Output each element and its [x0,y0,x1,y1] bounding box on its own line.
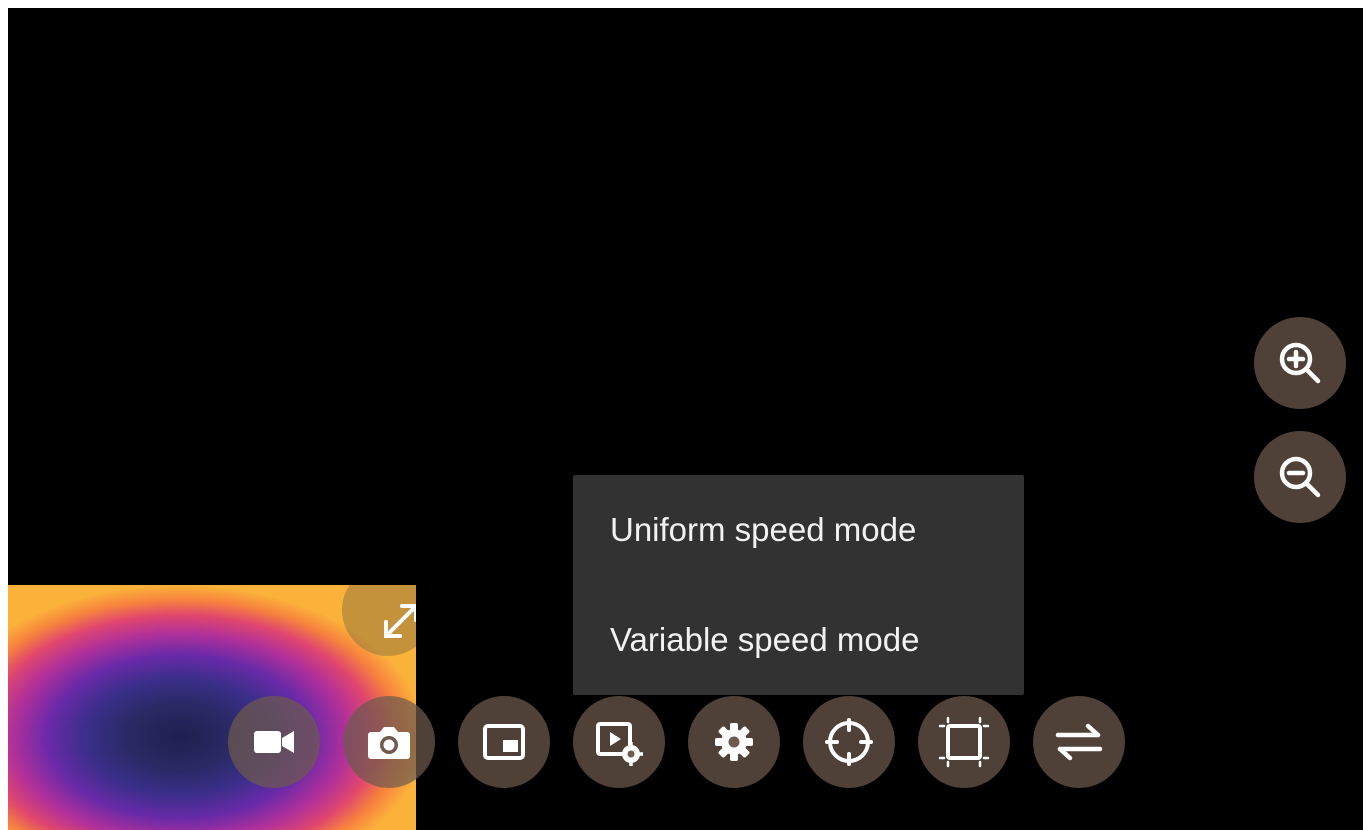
record-video-button[interactable] [228,696,320,788]
menu-item-uniform-speed[interactable]: Uniform speed mode [573,475,1024,585]
picture-in-picture-button[interactable] [458,696,550,788]
zoom-out-icon [1279,456,1321,498]
target-button[interactable] [803,696,895,788]
crop-frame-icon [938,716,990,768]
zoom-in-icon [1279,342,1321,384]
crosshair-icon [825,718,873,766]
playback-mode-button[interactable] [573,696,665,788]
menu-item-variable-speed[interactable]: Variable speed mode [573,585,1024,695]
expand-icon [384,604,416,638]
video-camera-icon [254,731,294,753]
zoom-in-button[interactable] [1254,317,1346,409]
speed-mode-menu: Uniform speed mode Variable speed mode [573,475,1024,695]
take-photo-button[interactable] [343,696,435,788]
picture-in-picture-icon [483,724,525,760]
swap-button[interactable] [1033,696,1125,788]
zoom-out-button[interactable] [1254,431,1346,523]
expand-preview-button[interactable] [342,585,416,656]
settings-button[interactable] [688,696,780,788]
gear-icon [715,723,753,761]
swap-arrows-icon [1055,723,1103,761]
camera-viewport: Uniform speed mode Variable speed mode [8,8,1363,830]
region-select-button[interactable] [918,696,1010,788]
camera-icon [368,727,410,759]
playback-settings-icon [596,722,643,766]
